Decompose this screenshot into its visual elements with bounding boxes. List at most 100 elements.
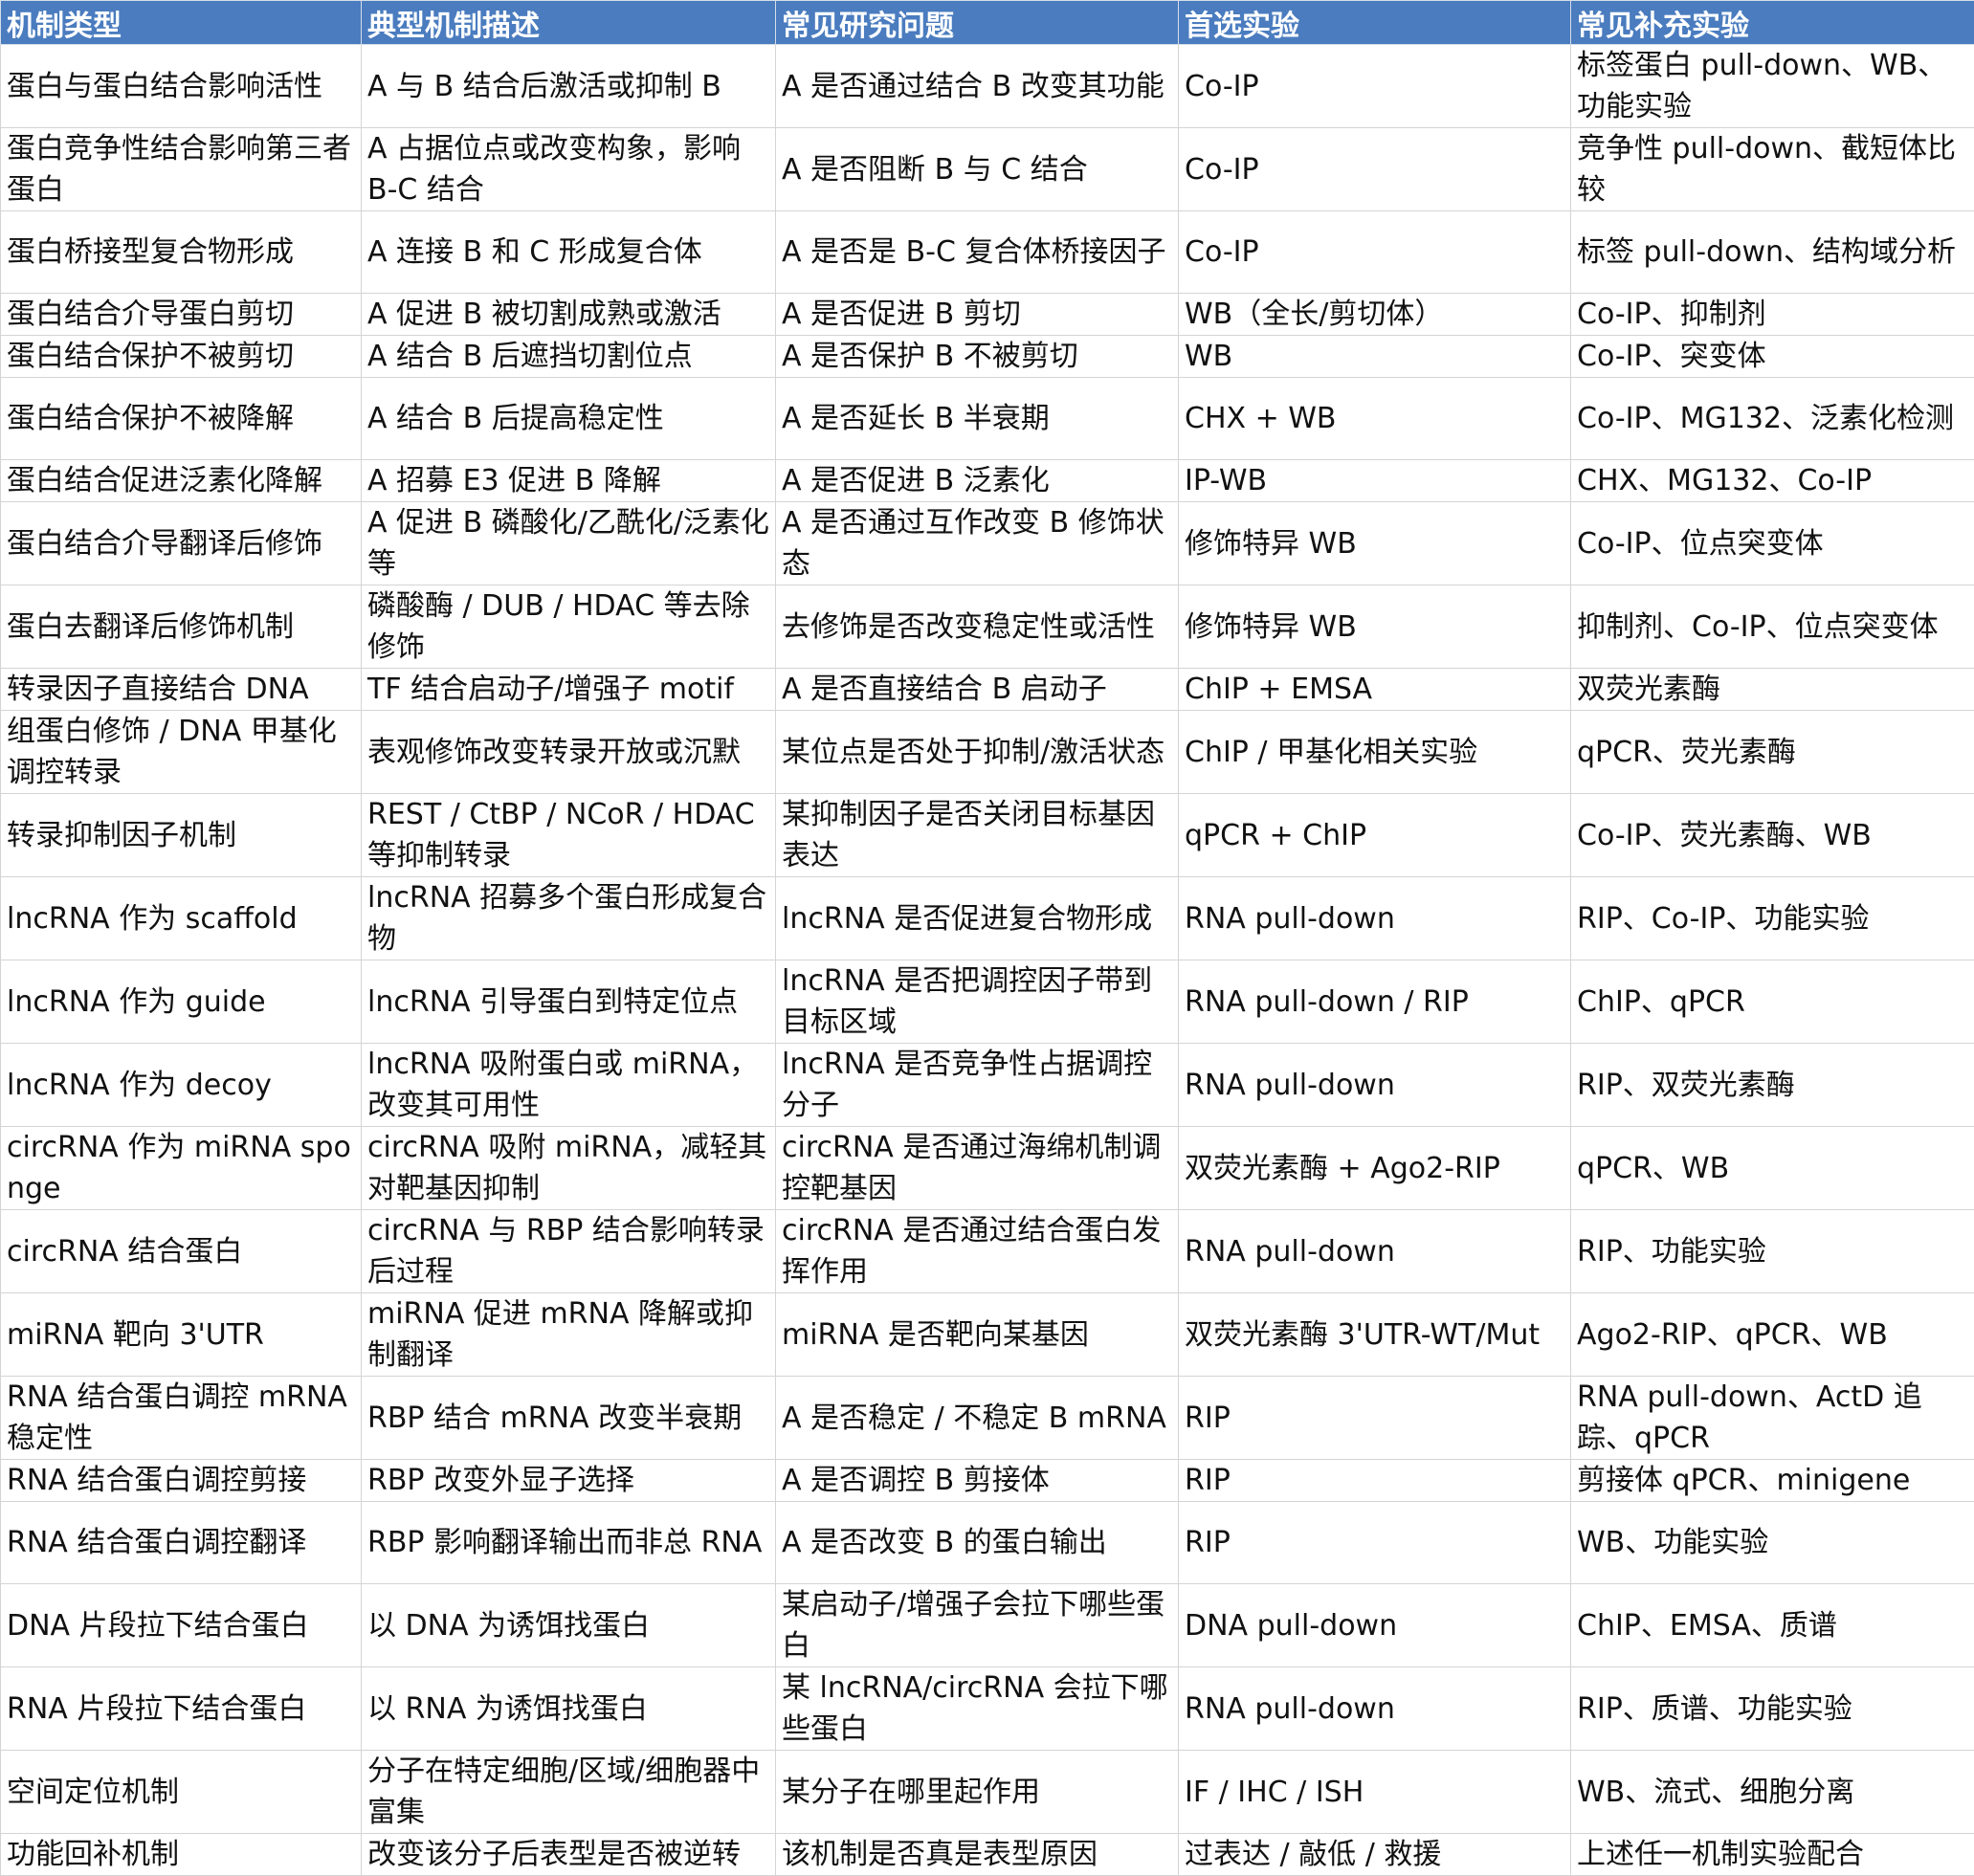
primary-experiment-cell: WB (1179, 336, 1571, 378)
question-cell: circRNA 是否通过海绵机制调控靶基因 (776, 1127, 1179, 1210)
mechanism-type-cell: 蛋白桥接型复合物形成 (1, 211, 362, 294)
question-cell: A 是否通过结合 B 改变其功能 (776, 45, 1179, 128)
primary-experiment-cell: 修饰特异 WB (1179, 585, 1571, 669)
mechanism-type-cell: 转录抑制因子机制 (1, 794, 362, 877)
question-cell: lncRNA 是否促进复合物形成 (776, 877, 1179, 960)
description-cell: circRNA 与 RBP 结合影响转录后过程 (362, 1210, 776, 1293)
primary-experiment-cell: ChIP + EMSA (1179, 669, 1571, 711)
question-cell: A 是否直接结合 B 启动子 (776, 669, 1179, 711)
table-row: 蛋白去翻译后修饰机制 磷酸酶 / DUB / HDAC 等去除修饰 去修饰是否改… (1, 585, 1974, 669)
mechanism-type-cell: RNA 结合蛋白调控翻译 (1, 1502, 362, 1584)
header-row: 机制类型 典型机制描述 常见研究问题 首选实验 常见补充实验 (1, 1, 1974, 45)
mechanism-type-cell: circRNA 作为 miRNA sponge (1, 1127, 362, 1210)
table-row: 功能回补机制 改变该分子后表型是否被逆转 该机制是否真是表型原因 过表达 / 敲… (1, 1834, 1974, 1876)
supplementary-experiment-cell: RIP、质谱、功能实验 (1571, 1667, 1974, 1751)
supplementary-experiment-cell: qPCR、荧光素酶 (1571, 711, 1974, 794)
primary-experiment-cell: Co-IP (1179, 45, 1571, 128)
table-row: lncRNA 作为 scaffold lncRNA 招募多个蛋白形成复合物 ln… (1, 877, 1974, 960)
description-cell: lncRNA 吸附蛋白或 miRNA，改变其可用性 (362, 1044, 776, 1127)
question-cell: 某启动子/增强子会拉下哪些蛋白 (776, 1584, 1179, 1667)
supplementary-experiment-cell: Co-IP、位点突变体 (1571, 502, 1974, 585)
table-row: 蛋白结合介导蛋白剪切 A 促进 B 被切割成熟或激活 A 是否促进 B 剪切 W… (1, 294, 1974, 336)
description-cell: A 占据位点或改变构象，影响 B-C 结合 (362, 128, 776, 211)
supplementary-experiment-cell: 标签蛋白 pull-down、WB、功能实验 (1571, 45, 1974, 128)
table-body: 蛋白与蛋白结合影响活性 A 与 B 结合后激活或抑制 B A 是否通过结合 B … (1, 45, 1974, 1876)
description-cell: A 结合 B 后遮挡切割位点 (362, 336, 776, 378)
supplementary-experiment-cell: CHX、MG132、Co-IP (1571, 460, 1974, 502)
question-cell: circRNA 是否通过结合蛋白发挥作用 (776, 1210, 1179, 1293)
primary-experiment-cell: Co-IP (1179, 211, 1571, 294)
table-row: RNA 结合蛋白调控 mRNA 稳定性 RBP 结合 mRNA 改变半衰期 A … (1, 1377, 1974, 1460)
supplementary-experiment-cell: Co-IP、突变体 (1571, 336, 1974, 378)
supplementary-experiment-cell: WB、功能实验 (1571, 1502, 1974, 1584)
primary-experiment-cell: RNA pull-down (1179, 1667, 1571, 1751)
supplementary-experiment-cell: RIP、功能实验 (1571, 1210, 1974, 1293)
question-cell: A 是否通过互作改变 B 修饰状态 (776, 502, 1179, 585)
description-cell: RBP 影响翻译输出而非总 RNA (362, 1502, 776, 1584)
supplementary-experiment-cell: 标签 pull-down、结构域分析 (1571, 211, 1974, 294)
header-research-question: 常见研究问题 (776, 1, 1179, 45)
description-cell: 以 RNA 为诱饵找蛋白 (362, 1667, 776, 1751)
header-supplementary-experiment: 常见补充实验 (1571, 1, 1974, 45)
description-cell: lncRNA 引导蛋白到特定位点 (362, 960, 776, 1044)
mechanism-type-cell: 蛋白结合保护不被剪切 (1, 336, 362, 378)
mechanism-type-cell: 蛋白去翻译后修饰机制 (1, 585, 362, 669)
header-primary-experiment: 首选实验 (1179, 1, 1571, 45)
primary-experiment-cell: WB（全长/剪切体） (1179, 294, 1571, 336)
supplementary-experiment-cell: RIP、Co-IP、功能实验 (1571, 877, 1974, 960)
primary-experiment-cell: DNA pull-down (1179, 1584, 1571, 1667)
question-cell: A 是否是 B-C 复合体桥接因子 (776, 211, 1179, 294)
table-row: circRNA 结合蛋白 circRNA 与 RBP 结合影响转录后过程 cir… (1, 1210, 1974, 1293)
primary-experiment-cell: 修饰特异 WB (1179, 502, 1571, 585)
supplementary-experiment-cell: Ago2-RIP、qPCR、WB (1571, 1293, 1974, 1377)
description-cell: 磷酸酶 / DUB / HDAC 等去除修饰 (362, 585, 776, 669)
table-row: 转录因子直接结合 DNA TF 结合启动子/增强子 motif A 是否直接结合… (1, 669, 1974, 711)
question-cell: 该机制是否真是表型原因 (776, 1834, 1179, 1876)
question-cell: 某分子在哪里起作用 (776, 1751, 1179, 1834)
mechanism-type-cell: RNA 结合蛋白调控剪接 (1, 1460, 362, 1502)
mechanism-type-cell: 组蛋白修饰 / DNA 甲基化调控转录 (1, 711, 362, 794)
mechanism-type-cell: 蛋白结合介导翻译后修饰 (1, 502, 362, 585)
question-cell: lncRNA 是否竞争性占据调控分子 (776, 1044, 1179, 1127)
table-row: lncRNA 作为 decoy lncRNA 吸附蛋白或 miRNA，改变其可用… (1, 1044, 1974, 1127)
header-mechanism-type: 机制类型 (1, 1, 362, 45)
table-row: DNA 片段拉下结合蛋白 以 DNA 为诱饵找蛋白 某启动子/增强子会拉下哪些蛋… (1, 1584, 1974, 1667)
description-cell: 分子在特定细胞/区域/细胞器中富集 (362, 1751, 776, 1834)
table-row: 转录抑制因子机制 REST / CtBP / NCoR / HDAC 等抑制转录… (1, 794, 1974, 877)
supplementary-experiment-cell: 剪接体 qPCR、minigene (1571, 1460, 1974, 1502)
supplementary-experiment-cell: ChIP、qPCR (1571, 960, 1974, 1044)
question-cell: A 是否促进 B 剪切 (776, 294, 1179, 336)
table-row: circRNA 作为 miRNA sponge circRNA 吸附 miRNA… (1, 1127, 1974, 1210)
supplementary-experiment-cell: 上述任一机制实验配合 (1571, 1834, 1974, 1876)
description-cell: A 促进 B 被切割成熟或激活 (362, 294, 776, 336)
description-cell: RBP 结合 mRNA 改变半衰期 (362, 1377, 776, 1460)
table-header: 机制类型 典型机制描述 常见研究问题 首选实验 常见补充实验 (1, 1, 1974, 45)
question-cell: A 是否改变 B 的蛋白输出 (776, 1502, 1179, 1584)
mechanism-type-cell: lncRNA 作为 guide (1, 960, 362, 1044)
question-cell: 某抑制因子是否关闭目标基因表达 (776, 794, 1179, 877)
mechanism-type-cell: 功能回补机制 (1, 1834, 362, 1876)
table-row: RNA 片段拉下结合蛋白 以 RNA 为诱饵找蛋白 某 lncRNA/circR… (1, 1667, 1974, 1751)
question-cell: A 是否阻断 B 与 C 结合 (776, 128, 1179, 211)
mechanism-type-cell: miRNA 靶向 3'UTR (1, 1293, 362, 1377)
mechanism-type-cell: RNA 结合蛋白调控 mRNA 稳定性 (1, 1377, 362, 1460)
table-row: miRNA 靶向 3'UTR miRNA 促进 mRNA 降解或抑制翻译 miR… (1, 1293, 1974, 1377)
description-cell: TF 结合启动子/增强子 motif (362, 669, 776, 711)
description-cell: A 促进 B 磷酸化/乙酰化/泛素化等 (362, 502, 776, 585)
table-row: lncRNA 作为 guide lncRNA 引导蛋白到特定位点 lncRNA … (1, 960, 1974, 1044)
primary-experiment-cell: IF / IHC / ISH (1179, 1751, 1571, 1834)
mechanism-type-cell: circRNA 结合蛋白 (1, 1210, 362, 1293)
table-row: 蛋白结合促进泛素化降解 A 招募 E3 促进 B 降解 A 是否促进 B 泛素化… (1, 460, 1974, 502)
table-row: RNA 结合蛋白调控翻译 RBP 影响翻译输出而非总 RNA A 是否改变 B … (1, 1502, 1974, 1584)
supplementary-experiment-cell: RNA pull-down、ActD 追踪、qPCR (1571, 1377, 1974, 1460)
supplementary-experiment-cell: ChIP、EMSA、质谱 (1571, 1584, 1974, 1667)
mechanism-type-cell: 蛋白结合促进泛素化降解 (1, 460, 362, 502)
description-cell: 表观修饰改变转录开放或沉默 (362, 711, 776, 794)
description-cell: A 结合 B 后提高稳定性 (362, 378, 776, 460)
mechanism-type-cell: 蛋白竞争性结合影响第三者蛋白 (1, 128, 362, 211)
table-row: 组蛋白修饰 / DNA 甲基化调控转录 表观修饰改变转录开放或沉默 某位点是否处… (1, 711, 1974, 794)
supplementary-experiment-cell: 竞争性 pull-down、截短体比较 (1571, 128, 1974, 211)
table-row: 蛋白竞争性结合影响第三者蛋白 A 占据位点或改变构象，影响 B-C 结合 A 是… (1, 128, 1974, 211)
question-cell: A 是否延长 B 半衰期 (776, 378, 1179, 460)
supplementary-experiment-cell: Co-IP、MG132、泛素化检测 (1571, 378, 1974, 460)
